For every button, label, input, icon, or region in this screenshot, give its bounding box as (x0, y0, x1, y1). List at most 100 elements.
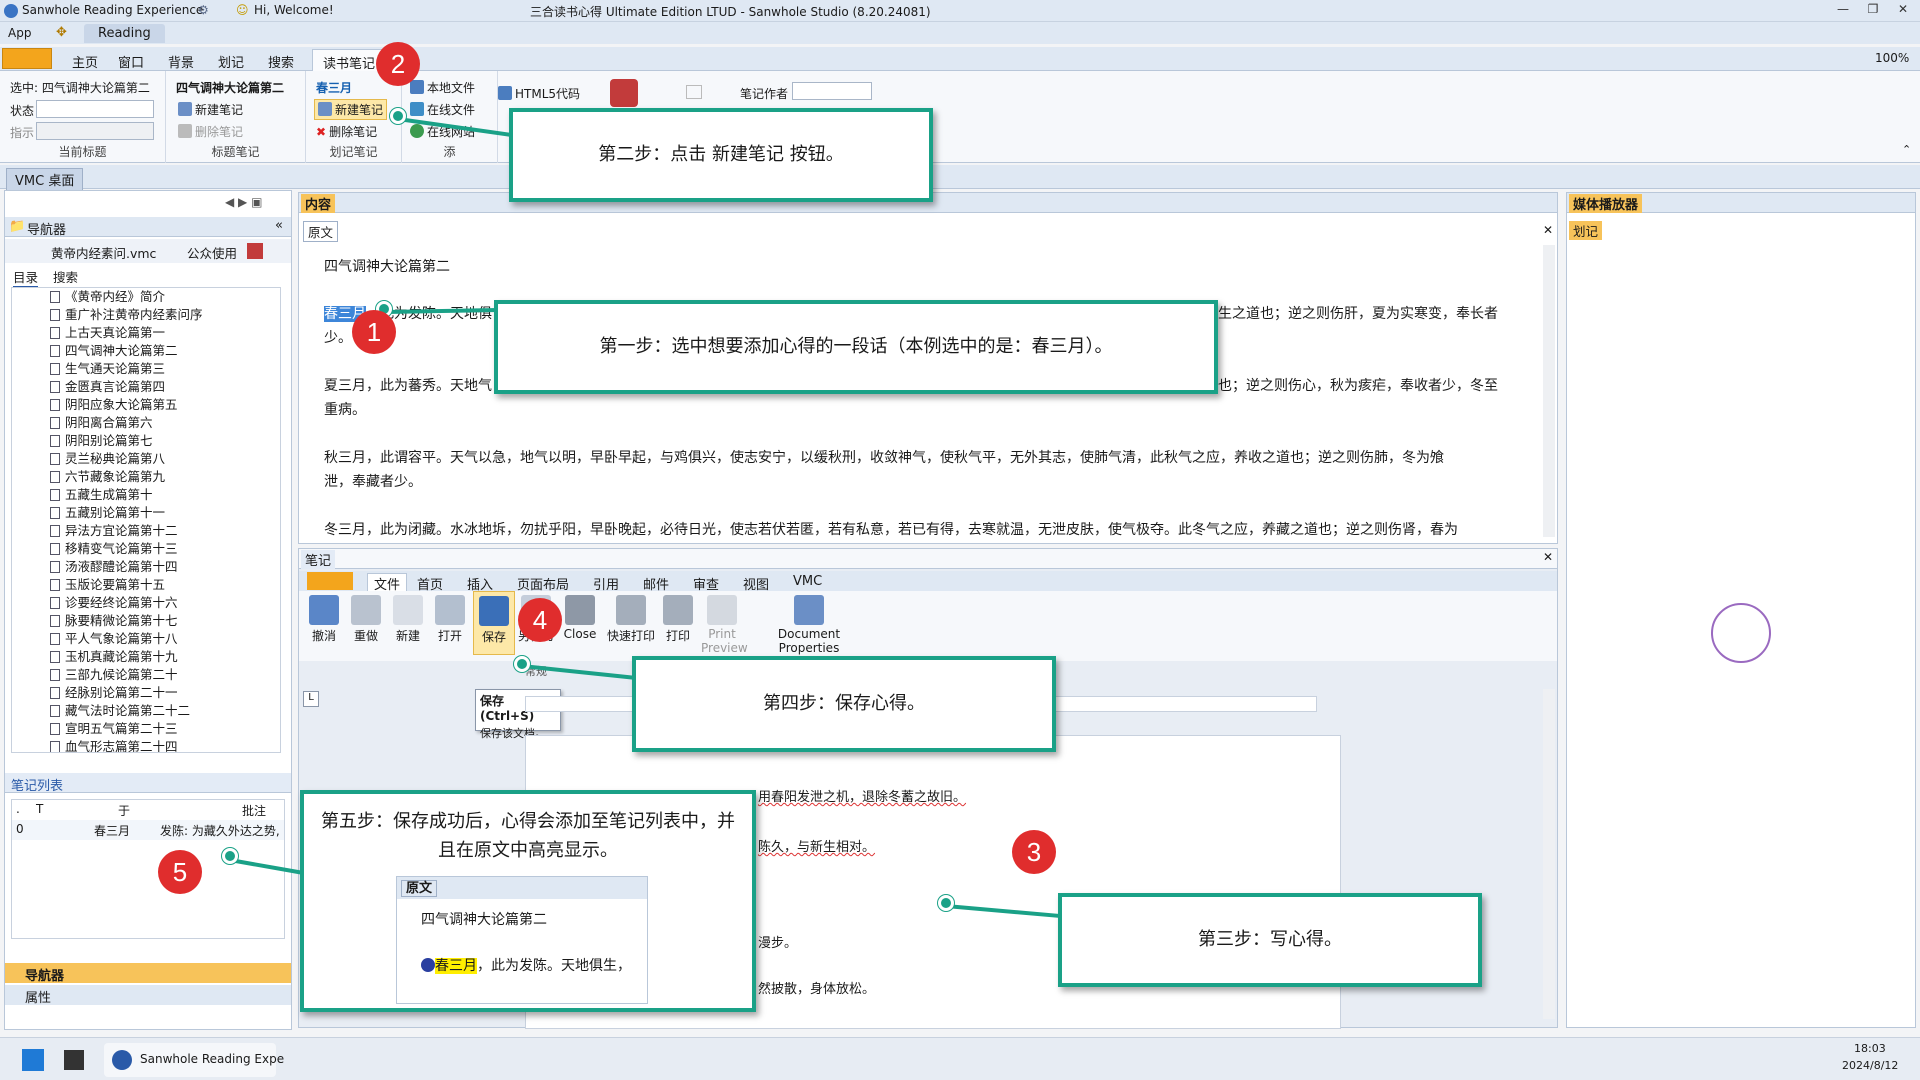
close-notes-icon[interactable]: ✕ (1543, 550, 1553, 564)
new-note-icon (178, 102, 192, 116)
open-button[interactable]: 打开 (429, 591, 471, 644)
table-row[interactable]: 0 春三月 发陈: 为藏久外达之势, (12, 820, 284, 840)
note-author-field[interactable] (792, 82, 872, 100)
close-window-button[interactable]: ✕ (1888, 2, 1918, 20)
tree-item[interactable]: 生气通天论篇第三 (12, 360, 280, 378)
tree-item[interactable]: 重广补注黄帝内经素问序 (12, 306, 280, 324)
tree-item[interactable]: 《黄帝内经》简介 (12, 288, 280, 306)
tree-item[interactable]: 经脉别论篇第二十一 (12, 684, 280, 702)
new-doc-button[interactable]: 新建 (387, 591, 429, 644)
indicator-dropdown[interactable] (36, 122, 154, 140)
minimize-button[interactable]: — (1828, 2, 1858, 20)
tab-mark[interactable]: 划记 (208, 49, 254, 71)
tree-item[interactable]: 汤液醪醴论篇第十四 (12, 558, 280, 576)
group-title-notes: 四气调神大论篇第二 新建笔记 删除笔记 标题笔记 (166, 71, 306, 163)
tree-item[interactable]: 异法方宜论篇第十二 (12, 522, 280, 540)
reading-tab[interactable]: Reading (84, 24, 165, 43)
image-icon[interactable] (686, 85, 702, 99)
tree-item[interactable]: 藏气法时论篇第二十二 (12, 702, 280, 720)
close-doc-button[interactable]: Close (559, 591, 601, 641)
nav-arrows[interactable]: ◀ ▶ ▣ (225, 195, 262, 209)
preview-icon (707, 595, 737, 625)
media-icon[interactable] (610, 79, 638, 107)
tab-search[interactable]: 搜索 (258, 49, 304, 71)
restore-button[interactable]: ❐ (1858, 2, 1888, 20)
tree-item[interactable]: 阴阳离合篇第六 (12, 414, 280, 432)
tab-nav-search[interactable]: 搜索 (53, 267, 78, 286)
tree-item[interactable]: 五藏生成篇第十 (12, 486, 280, 504)
delete-title-note-button[interactable]: 删除笔记 (178, 123, 243, 140)
tree-item[interactable]: 移精变气论篇第十三 (12, 540, 280, 558)
tree-item[interactable]: 阴阳别论篇第七 (12, 432, 280, 450)
new-mark-note-button[interactable]: 新建笔记 (314, 99, 388, 120)
tree-item[interactable]: 玉版论要篇第十五 (12, 576, 280, 594)
document-icon (50, 615, 60, 627)
tree-item[interactable]: 宣明五气篇第二十三 (12, 720, 280, 738)
html5-code-button[interactable]: HTML5代码 (498, 85, 580, 102)
tab-reading-notes[interactable]: 读书笔记 (312, 49, 387, 72)
tree-item[interactable]: 五藏别论篇第十一 (12, 504, 280, 522)
save-button[interactable]: 保存 (473, 591, 515, 655)
document-icon (50, 507, 60, 519)
tree-item[interactable]: 上古天真论篇第一 (12, 324, 280, 342)
redo-button[interactable]: 重做 (345, 591, 387, 644)
printer-help-icon (663, 595, 693, 625)
vmc-desktop-tab[interactable]: VMC 桌面 (6, 168, 84, 191)
step2-callout: 第二步：点击 新建笔记 按钮。 (509, 108, 933, 202)
tree-item[interactable]: 阴阳应象大论篇第五 (12, 396, 280, 414)
tab-window[interactable]: 窗口 (108, 49, 154, 71)
delete-mark-note-button[interactable]: ✖ 删除笔记 (316, 123, 377, 140)
status-label: 状态 (10, 104, 35, 118)
move-icon[interactable]: ✥ (56, 25, 67, 40)
taskbar-app-button[interactable]: Sanwhole Reading Expe (104, 1043, 284, 1077)
para3-end: 泄，奉藏者少。 (324, 474, 422, 490)
doc-title: 四气调神大论篇第二 (324, 259, 450, 275)
quick-print-button[interactable]: 快速打印 (605, 591, 657, 644)
tree-item[interactable]: 脉要精微论篇第十七 (12, 612, 280, 630)
tab-contents[interactable]: 目录 (13, 267, 39, 288)
original-text-tab[interactable]: 原文 (303, 221, 339, 242)
tree-item[interactable]: 四气调神大论篇第二 (12, 342, 280, 360)
doc-scrollbar[interactable] (1543, 689, 1555, 1019)
undo-button[interactable]: 撤消 (303, 591, 345, 644)
content-scrollbar[interactable] (1543, 245, 1555, 537)
notes-file-button[interactable] (307, 572, 353, 590)
online-file-button[interactable]: 在线文件 (410, 101, 475, 118)
tree-item[interactable]: 血气形志篇第二十四 (12, 738, 280, 752)
start-icon[interactable] (22, 1049, 44, 1071)
document-icon (50, 363, 60, 375)
vmc-file-name[interactable]: 黄帝内经素问.vmc (51, 243, 156, 262)
print-preview-button[interactable]: Print Preview (701, 591, 748, 655)
file-menu-button[interactable] (2, 48, 52, 69)
collapse-icon[interactable]: « (275, 218, 283, 233)
tree-item[interactable]: 三部九候论篇第二十 (12, 666, 280, 684)
local-file-button[interactable]: 本地文件 (410, 79, 475, 96)
task-view-icon[interactable] (64, 1050, 84, 1070)
tree-item[interactable]: 六节藏象论篇第九 (12, 468, 280, 486)
tree-item[interactable]: 诊要经终论篇第十六 (12, 594, 280, 612)
folder-icon (410, 80, 424, 94)
tab-background[interactable]: 背景 (158, 49, 204, 71)
tree-item[interactable]: 玉机真藏论篇第十九 (12, 648, 280, 666)
tab-vmc[interactable]: VMC (793, 574, 822, 589)
new-title-note-button[interactable]: 新建笔记 (178, 101, 243, 118)
tree-item[interactable]: 灵兰秘典论篇第八 (12, 450, 280, 468)
note-author-label: 笔记作者 (740, 87, 789, 101)
collapse-ribbon-icon[interactable]: ⌃ (1902, 143, 1911, 156)
document-properties-button[interactable]: Document Properties (771, 591, 847, 655)
properties-bar[interactable]: 属性 (5, 985, 291, 1006)
document-icon (50, 453, 60, 465)
mark-tab[interactable]: 划记 (1569, 221, 1603, 240)
app-menu[interactable]: App (8, 26, 31, 40)
close-tab-icon[interactable]: ✕ (1543, 223, 1553, 237)
status-dropdown[interactable] (36, 100, 154, 118)
doc-line-2: 陈久，与新生相对。 (758, 840, 876, 855)
tree-item[interactable]: 金匮真言论篇第四 (12, 378, 280, 396)
print-button[interactable]: 打印 (657, 591, 699, 644)
settings-icon[interactable]: ⚙ (198, 3, 209, 17)
tab-stop-icon[interactable]: L (303, 691, 319, 707)
tab-home[interactable]: 主页 (62, 49, 108, 71)
navigator-bar[interactable]: 导航器 (5, 963, 291, 984)
tree-item[interactable]: 平人气象论篇第十八 (12, 630, 280, 648)
para1-right: 生之道也；逆之则伤肝，夏为实寒变，奉长者 (1218, 306, 1498, 322)
